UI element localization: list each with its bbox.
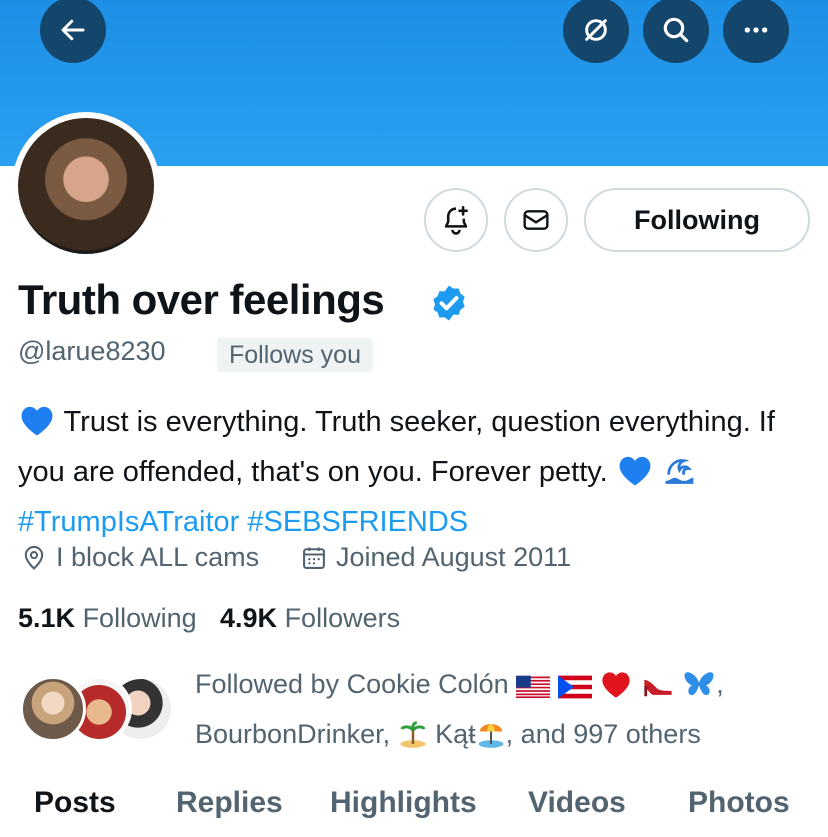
- search-button[interactable]: [643, 0, 709, 63]
- following-button[interactable]: Following: [584, 188, 810, 252]
- verified-badge-icon: [433, 285, 465, 321]
- profile-bio: Trust is everything. Truth seeker, quest…: [18, 400, 808, 544]
- palm-island-icon: [398, 718, 428, 762]
- blue-heart-icon: [616, 453, 654, 500]
- following-label: Following: [82, 603, 197, 633]
- followed-by-suffix: , and 997 others: [505, 719, 701, 749]
- hashtag-link[interactable]: #SEBSFRIENDS: [247, 506, 468, 538]
- message-button[interactable]: [504, 188, 568, 252]
- wave-icon: [662, 453, 700, 500]
- back-button[interactable]: [40, 0, 106, 63]
- eye-slash-icon: [585, 19, 607, 41]
- followers-stat[interactable]: 4.9K Followers: [220, 603, 400, 634]
- user-handle: @larue8230: [18, 336, 166, 366]
- more-icon: [744, 27, 768, 33]
- profile-location: I block ALL cams: [20, 542, 259, 573]
- mute-button[interactable]: [563, 0, 629, 63]
- follower-avatar[interactable]: [20, 676, 86, 742]
- comma-separator: ,: [716, 669, 724, 699]
- followers-count: 4.9K: [220, 603, 278, 633]
- tab-photos[interactable]: Photos: [688, 786, 790, 820]
- followed-by-text[interactable]: Followed by Cookie Colón , BourbonDrinke…: [195, 662, 805, 762]
- profile-tabs: Posts Replies Highlights Videos Photos: [0, 778, 828, 837]
- following-count: 5.1K: [18, 603, 76, 633]
- calendar-icon: [303, 547, 325, 569]
- profile-avatar[interactable]: [12, 112, 160, 260]
- more-button[interactable]: [723, 0, 789, 63]
- envelope-icon: [523, 210, 549, 230]
- followed-by-prefix: Followed by Cookie Colón: [195, 669, 509, 699]
- follows-you-badge: Follows you: [217, 338, 373, 372]
- profile-joined: Joined August 2011: [300, 542, 571, 573]
- notifications-button[interactable]: [424, 188, 488, 252]
- location-text: I block ALL cams: [56, 542, 260, 572]
- following-stat[interactable]: 5.1K Following: [18, 603, 197, 634]
- followed-by-name2: BourbonDrinker,: [195, 719, 391, 749]
- beach-umbrella-icon: [476, 718, 506, 762]
- tab-replies[interactable]: Replies: [176, 786, 283, 820]
- search-icon: [663, 17, 689, 43]
- hashtag-link[interactable]: #TrumpIsATraitor: [18, 506, 239, 538]
- puerto-rico-flag-icon: [557, 668, 592, 712]
- joined-text: Joined August 2011: [336, 542, 572, 572]
- display-name: Truth over feelings: [18, 276, 385, 323]
- tab-videos[interactable]: Videos: [528, 786, 626, 820]
- followers-label: Followers: [284, 603, 401, 633]
- arrow-left-icon: [61, 19, 85, 41]
- location-pin-icon: [24, 545, 44, 570]
- followed-by-name3: Kąŧ: [435, 719, 476, 749]
- butterfly-icon: [682, 668, 716, 712]
- high-heel-icon: [641, 668, 675, 712]
- tab-posts[interactable]: Posts: [34, 786, 116, 820]
- tab-highlights[interactable]: Highlights: [330, 786, 477, 820]
- bell-plus-icon: [444, 205, 468, 235]
- blue-heart-icon: [18, 403, 56, 450]
- red-heart-icon: [599, 668, 633, 712]
- us-flag-icon: [516, 668, 551, 712]
- avatar-photo: [18, 118, 154, 254]
